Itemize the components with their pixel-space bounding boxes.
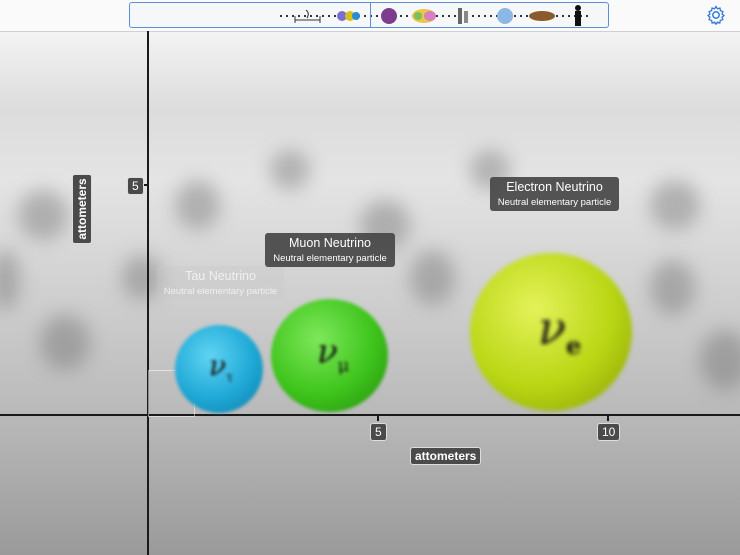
dna-icon	[458, 8, 468, 24]
virus-icon	[381, 8, 397, 24]
tau-neutrino-sphere[interactable]: ντ	[175, 325, 263, 413]
electron-neutrino-symbol: νe	[538, 301, 582, 361]
globe-cell-icon	[497, 8, 513, 24]
tau-neutrino-label: Tau Neutrino Neutral elementary particle	[157, 266, 284, 299]
scale-strip-icons	[280, 5, 590, 26]
x-tick-5	[377, 414, 379, 421]
scale-strip[interactable]	[129, 2, 609, 28]
x-axis	[0, 414, 740, 416]
x-tick-label-5: 5	[370, 423, 387, 441]
scale-viewer[interactable]: 5 10 5 attometers attometers Tau Neutrin…	[0, 0, 740, 555]
electron-neutrino-sphere[interactable]: νe	[470, 253, 632, 411]
scale-position-marker	[370, 3, 371, 27]
insect-icon	[529, 11, 555, 21]
y-tick-label-5: 5	[127, 177, 144, 195]
cell-icon	[412, 9, 436, 23]
electron-neutrino-label: Electron Neutrino Neutral elementary par…	[490, 177, 619, 211]
muon-neutrino-label: Muon Neutrino Neutral elementary particl…	[265, 233, 395, 267]
muon-neutrino-symbol: νμ	[317, 332, 350, 376]
y-axis-label: attometers	[72, 174, 92, 244]
top-toolbar	[0, 0, 740, 32]
muon-neutrino-sphere[interactable]: νμ	[271, 299, 388, 412]
human-silhouette-icon	[575, 5, 581, 26]
quark-icon	[337, 11, 360, 21]
y-axis	[147, 31, 149, 555]
x-tick-label-10: 10	[597, 423, 621, 441]
settings-gear-icon[interactable]	[706, 5, 726, 26]
x-axis-label: attometers	[410, 447, 482, 465]
x-tick-10	[607, 414, 609, 421]
tau-neutrino-symbol: ντ	[209, 349, 234, 386]
